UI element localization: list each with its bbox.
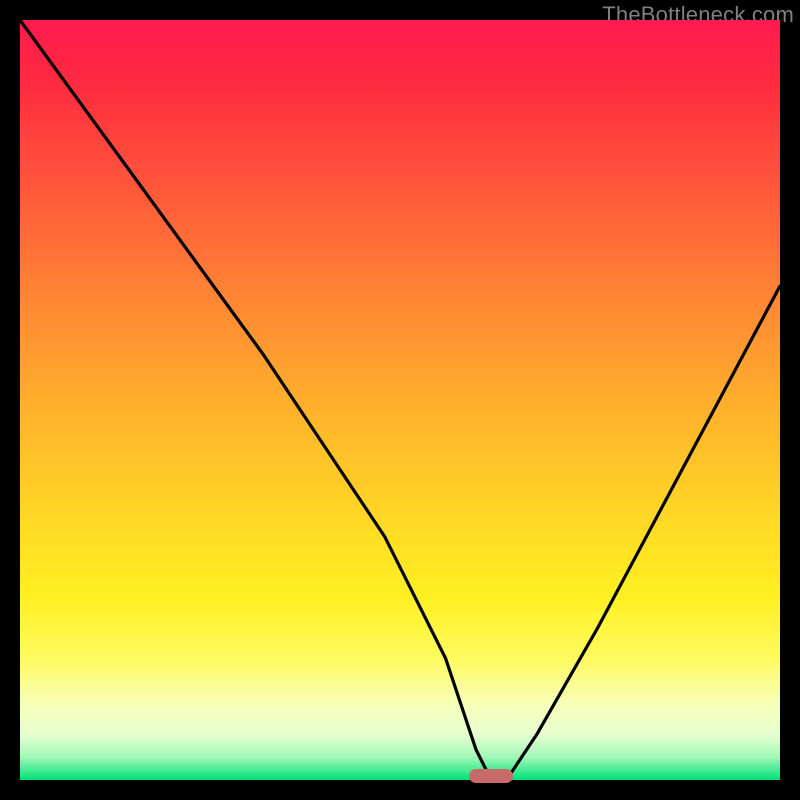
plot-area — [20, 20, 780, 780]
curve-layer — [20, 20, 780, 780]
chart-frame: TheBottleneck.com — [0, 0, 800, 800]
optimum-marker — [469, 769, 513, 783]
bottleneck-curve — [20, 20, 780, 780]
